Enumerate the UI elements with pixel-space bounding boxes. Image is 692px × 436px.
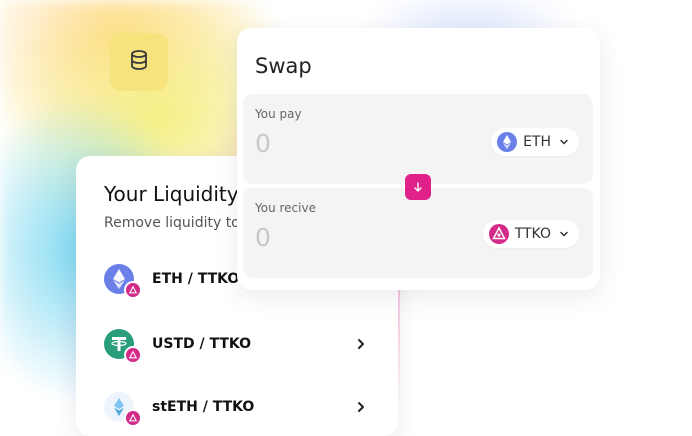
receive-token-select[interactable]: TTKO bbox=[482, 220, 579, 248]
arrow-down-icon bbox=[414, 182, 422, 192]
pay-token-label: ETH bbox=[523, 134, 551, 150]
chevron-down-icon bbox=[560, 139, 568, 145]
chevron-right-icon[interactable] bbox=[354, 400, 368, 414]
pay-token-select[interactable]: ETH bbox=[491, 128, 579, 156]
liquidity-pair-steth-ttko[interactable]: stETH / TTKO bbox=[104, 392, 374, 427]
receive-amount-input[interactable]: 0 bbox=[255, 223, 271, 252]
swap-direction-button[interactable] bbox=[405, 174, 431, 200]
pay-label: You pay bbox=[255, 107, 302, 121]
swap-card: Swap You pay 0 ETH You recive 0 TTKO bbox=[237, 28, 600, 290]
receive-field: You recive 0 TTKO bbox=[243, 188, 593, 278]
receive-token-label: TTKO bbox=[514, 226, 551, 242]
pair-label: USTD / TTKO bbox=[152, 336, 252, 352]
pair-label: ETH / TTKO bbox=[152, 271, 240, 287]
liquidity-title: Your Liquidity bbox=[104, 182, 239, 206]
coins-tile bbox=[110, 33, 168, 91]
ttko-icon bbox=[124, 281, 142, 299]
background-cutout bbox=[610, 0, 692, 290]
background-cutout bbox=[400, 290, 692, 418]
chevron-down-icon bbox=[560, 231, 568, 237]
pair-label: stETH / TTKO bbox=[152, 399, 255, 415]
coins-stack-icon bbox=[131, 50, 147, 70]
ttko-icon bbox=[124, 346, 142, 364]
swap-title: Swap bbox=[255, 54, 312, 78]
pay-amount-input[interactable]: 0 bbox=[255, 129, 271, 158]
pay-field: You pay 0 ETH bbox=[243, 94, 593, 184]
chevron-right-icon[interactable] bbox=[354, 337, 368, 351]
eth-icon bbox=[497, 132, 518, 152]
ttko-icon bbox=[488, 224, 509, 244]
liquidity-subtitle: Remove liquidity to re bbox=[104, 215, 259, 231]
ttko-icon bbox=[124, 409, 142, 427]
receive-label: You recive bbox=[255, 201, 316, 215]
liquidity-pair-ustd-ttko[interactable]: USTD / TTKO bbox=[104, 329, 374, 364]
